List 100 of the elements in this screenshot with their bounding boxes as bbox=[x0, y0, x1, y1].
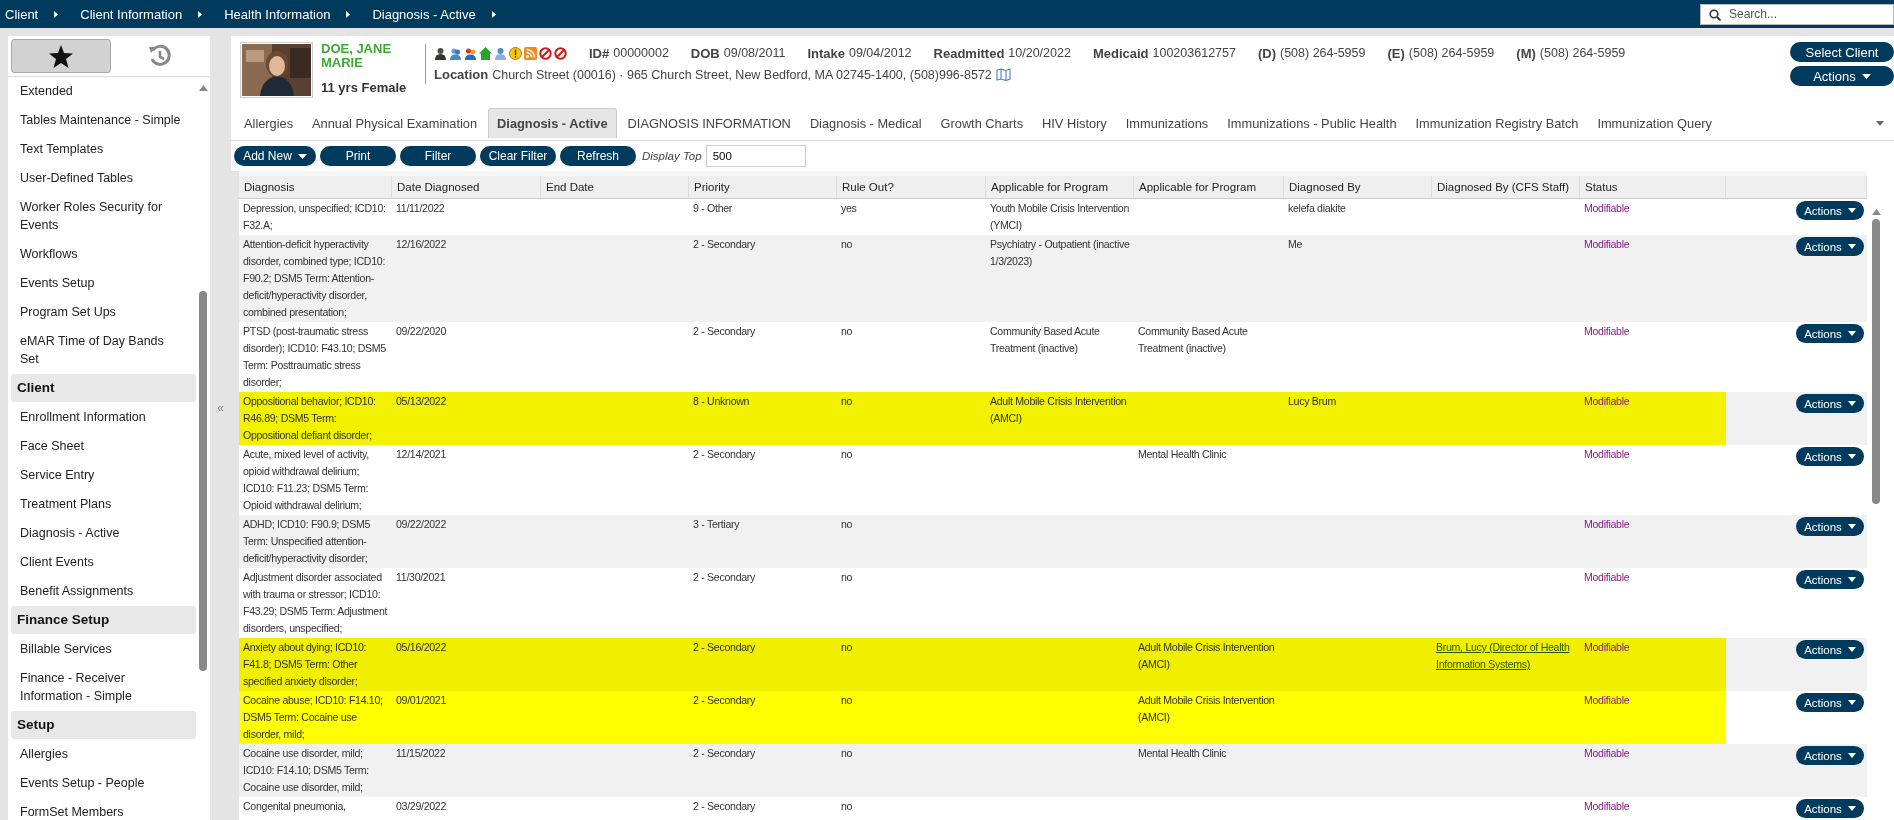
sidebar-item[interactable]: Worker Roles Security for Events bbox=[11, 193, 197, 240]
actions-button[interactable]: Actions bbox=[1796, 693, 1864, 712]
scroll-up-icon[interactable] bbox=[198, 85, 208, 91]
people-icon bbox=[464, 46, 477, 60]
actions-button[interactable]: Actions bbox=[1796, 517, 1864, 536]
column-header[interactable]: Priority bbox=[694, 181, 730, 193]
map-icon[interactable] bbox=[995, 68, 1011, 81]
header-button[interactable]: Select Client bbox=[1790, 42, 1894, 62]
sidebar-item[interactable]: Text Templates bbox=[11, 135, 197, 164]
sidebar-item[interactable]: Workflows bbox=[11, 240, 197, 269]
sidebar-item[interactable]: Service Entry bbox=[11, 461, 197, 490]
sidebar-item[interactable]: Extended bbox=[11, 77, 197, 106]
tab[interactable]: Diagnosis - Medical bbox=[801, 108, 930, 138]
sidebar-item[interactable]: Diagnosis - Active bbox=[11, 519, 197, 548]
actions-button[interactable]: Actions bbox=[1796, 447, 1864, 466]
staff-link[interactable]: Brum, Lucy (Director of Health Information Systems) bbox=[1436, 639, 1577, 673]
sidebar-item[interactable]: Events Setup bbox=[11, 269, 197, 298]
scrollbar-thumb[interactable] bbox=[1872, 219, 1880, 504]
sidebar-item[interactable]: Treatment Plans bbox=[11, 490, 197, 519]
breadcrumb-link[interactable]: Health Information bbox=[224, 6, 331, 22]
toolbar-button[interactable]: Clear Filter bbox=[480, 146, 556, 166]
sidebar-item[interactable]: Benefit Assignments bbox=[11, 577, 197, 606]
table-cell: 2 - Secondary bbox=[693, 448, 756, 460]
display-top-label: Display Top bbox=[642, 150, 702, 162]
search-field[interactable]: Search... bbox=[1700, 3, 1894, 25]
search-icon bbox=[1709, 8, 1721, 21]
table-cell: Modifiable bbox=[1584, 571, 1630, 583]
column-header[interactable]: End Date bbox=[546, 181, 594, 193]
toolbar-button[interactable]: Refresh bbox=[560, 146, 636, 166]
breadcrumb-link[interactable]: Client bbox=[5, 6, 39, 22]
sidebar-item[interactable]: Finance - Receiver Information - Simple bbox=[11, 664, 197, 711]
tab[interactable]: Allergies bbox=[236, 108, 302, 138]
actions-button[interactable]: Actions bbox=[1796, 799, 1864, 818]
table-cell: Anxiety about dying; ICD10: F41.8; DSM5 Term: Other specified anxiety disorder; bbox=[243, 641, 367, 687]
tab[interactable]: Annual Physical Examination bbox=[304, 108, 486, 138]
tab[interactable]: DIAGNOSIS INFORMATION bbox=[619, 108, 799, 138]
sidebar-section-header: Setup bbox=[11, 711, 197, 739]
table-cell: Modifiable bbox=[1584, 202, 1630, 214]
history-icon bbox=[148, 44, 173, 68]
sidebar-item[interactable]: Tables Maintenance - Simple bbox=[11, 106, 197, 135]
column-header[interactable]: Diagnosed By bbox=[1289, 181, 1361, 193]
actions-button[interactable]: Actions bbox=[1796, 640, 1864, 659]
field-label: Readmitted bbox=[933, 45, 1005, 61]
actions-button[interactable]: Actions bbox=[1796, 394, 1864, 413]
sidebar-item[interactable]: Enrollment Information bbox=[11, 403, 197, 432]
tab[interactable]: Immunization Query bbox=[1589, 108, 1720, 138]
column-header[interactable]: Applicable for Program bbox=[991, 181, 1108, 193]
table-cell: Psychiatry - Outpatient (inactive 1/3/2023) bbox=[990, 238, 1130, 267]
tab[interactable]: Immunization Registry Batch bbox=[1407, 108, 1587, 138]
sidebar-item[interactable]: User-Defined Tables bbox=[11, 164, 197, 193]
field-label: (M) bbox=[1516, 45, 1536, 61]
sidebar-item[interactable]: Face Sheet bbox=[11, 432, 197, 461]
sidebar-item[interactable]: Program Set Ups bbox=[11, 298, 197, 327]
column-header[interactable]: Diagnosis bbox=[244, 181, 295, 193]
chevron-icon bbox=[54, 10, 59, 18]
table-cell: ADHD; ICD10: F90.9; DSM5 Term: Unspecified attention-deficit/hyperactivity disorder; bbox=[243, 518, 371, 564]
actions-button[interactable]: Actions bbox=[1796, 237, 1864, 256]
column-header[interactable]: Applicable for Program bbox=[1139, 181, 1256, 193]
rss-icon bbox=[524, 46, 537, 60]
sidebar-item[interactable]: Client Events bbox=[11, 548, 197, 577]
person-icon bbox=[494, 46, 507, 60]
tab[interactable]: Growth Charts bbox=[932, 108, 1032, 138]
scrollbar-thumb[interactable] bbox=[199, 291, 208, 671]
field-label: Medicaid bbox=[1092, 45, 1149, 61]
column-header[interactable]: Status bbox=[1585, 181, 1618, 193]
tab[interactable]: HIV History bbox=[1034, 108, 1115, 138]
breadcrumb-link[interactable]: Client Information bbox=[80, 6, 183, 22]
sidebar-item[interactable]: eMAR Time of Day Bands Set bbox=[11, 327, 197, 374]
toolbar-button[interactable]: Print bbox=[320, 146, 396, 166]
table-cell: Modifiable bbox=[1584, 238, 1630, 250]
actions-button[interactable]: Actions bbox=[1796, 201, 1864, 220]
table-cell: 2 - Secondary bbox=[693, 747, 756, 759]
sidebar-section-header: Client bbox=[11, 374, 197, 402]
sidebar-item[interactable]: Billable Services bbox=[11, 635, 197, 664]
breadcrumb-link[interactable]: Diagnosis - Active bbox=[372, 6, 476, 22]
tab[interactable]: Diagnosis - Active bbox=[488, 108, 617, 138]
display-top-field[interactable]: 500 bbox=[705, 145, 806, 167]
column-header[interactable]: Rule Out? bbox=[842, 181, 894, 193]
tab[interactable]: Immunizations - Public Health bbox=[1219, 108, 1405, 138]
people-icon bbox=[449, 46, 462, 60]
table-cell: Attention-deficit hyperactivity disorder, combined type; ICD10: F90.2; DSM5 Term: Attention-deficit/hyperactivity disorder, combined presentation; bbox=[243, 238, 386, 318]
toolbar-button[interactable]: Filter bbox=[400, 146, 476, 166]
table-cell: Me bbox=[1288, 238, 1303, 250]
scroll-up-icon[interactable] bbox=[1871, 209, 1881, 215]
sidebar-item[interactable]: Events Setup - People bbox=[11, 769, 197, 798]
tab[interactable]: Immunizations bbox=[1117, 108, 1217, 138]
field-value: 00000002 bbox=[613, 45, 669, 61]
actions-button[interactable]: Actions bbox=[1796, 324, 1864, 343]
actions-button[interactable]: Actions bbox=[1796, 570, 1864, 589]
column-header[interactable]: Date Diagnosed bbox=[397, 181, 480, 193]
toolbar-button[interactable]: Add New bbox=[234, 146, 316, 166]
sidebar-item[interactable]: Allergies bbox=[11, 740, 197, 769]
header-button[interactable]: Actions bbox=[1790, 66, 1894, 86]
sidebar-tab[interactable] bbox=[11, 39, 111, 73]
caret-icon[interactable] bbox=[1876, 120, 1884, 126]
actions-button[interactable]: Actions bbox=[1796, 746, 1864, 765]
table-cell: yes bbox=[841, 202, 857, 214]
column-header[interactable]: Diagnosed By (CFS Staff) bbox=[1437, 181, 1570, 193]
caret-icon bbox=[1847, 577, 1856, 582]
sidebar-item[interactable]: FormSet Members bbox=[11, 798, 197, 820]
